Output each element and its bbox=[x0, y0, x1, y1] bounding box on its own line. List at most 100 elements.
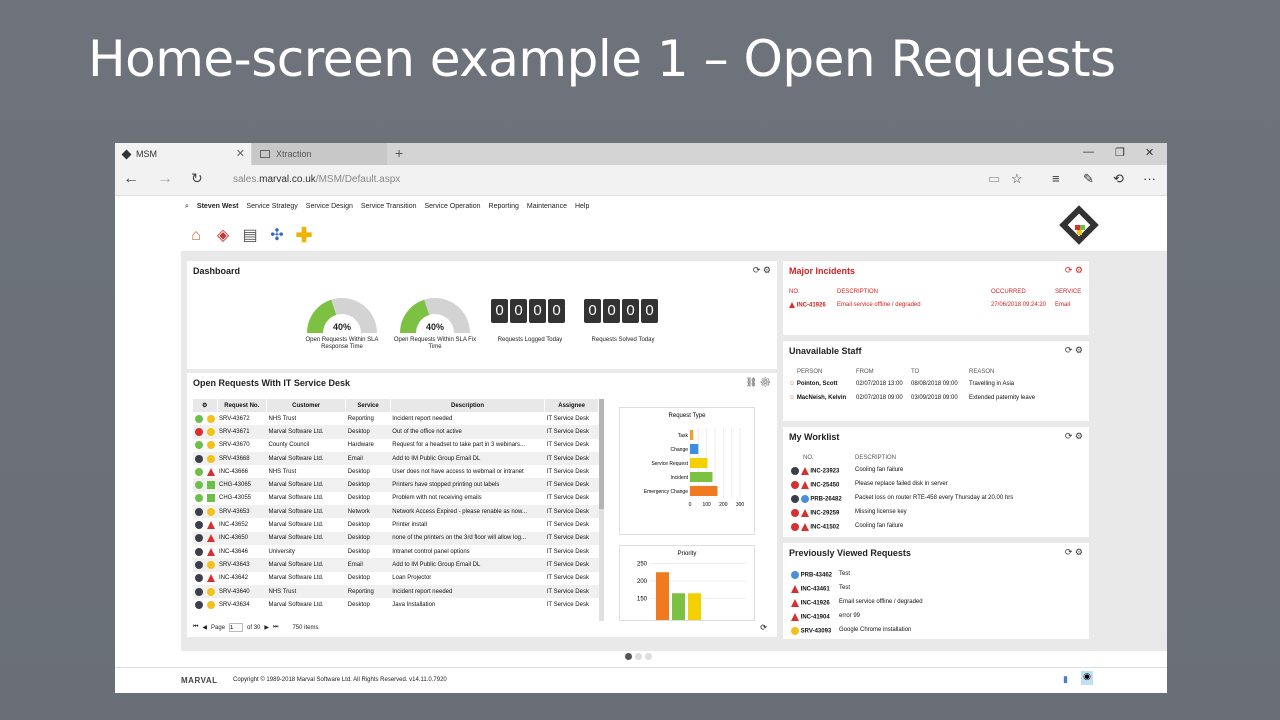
staff-row[interactable]: ☺ Pointon, Scott 02/07/2018 13:00 08/08/20… bbox=[789, 381, 1014, 387]
service-request-icon bbox=[207, 587, 215, 596]
close-tab-icon[interactable]: ✕ bbox=[236, 147, 245, 160]
search-icon[interactable]: ⌕ bbox=[185, 203, 189, 211]
table-row[interactable]: INC-43650 Marval Software Ltd. Desktop none… bbox=[193, 531, 599, 545]
share-icon[interactable]: ⟲ bbox=[1113, 171, 1124, 187]
home-icon[interactable]: ⌂ bbox=[187, 227, 205, 245]
more-icon[interactable]: ··· bbox=[1143, 171, 1156, 186]
chat-icon[interactable]: ▮ bbox=[1063, 674, 1068, 685]
refresh-icon[interactable]: ⟳ bbox=[760, 623, 767, 632]
new-tab-icon[interactable]: + bbox=[395, 145, 403, 161]
viewed-request-row[interactable]: SRV-43093 Google Chrome installation bbox=[791, 627, 911, 635]
help-icon[interactable]: ◉ bbox=[1081, 671, 1093, 685]
panel-tools[interactable]: ⟳ ⚙ bbox=[753, 265, 771, 276]
table-row[interactable]: SRV-43671 Marval Software Ltd. Desktop Out … bbox=[193, 425, 599, 439]
table-row[interactable]: SRV-43668 Marval Software Ltd. Email Add to… bbox=[193, 451, 599, 466]
panel-tools[interactable]: ⟳ ⚙ bbox=[1065, 345, 1083, 356]
column-header[interactable]: Service bbox=[345, 399, 391, 412]
table-row[interactable]: SRV-43670 County Council Hardware Request f… bbox=[193, 439, 599, 452]
description: User does not have access to webmail or … bbox=[392, 468, 524, 475]
assignee: IT Service Desk bbox=[544, 425, 599, 439]
gauge-value: 40% bbox=[333, 322, 351, 332]
dashboard-title: Dashboard bbox=[193, 266, 241, 276]
service: Hardware bbox=[347, 442, 374, 449]
back-icon[interactable]: ← bbox=[123, 170, 139, 188]
table-row[interactable]: SRV-43640 NHS Trust Reporting Incident repo… bbox=[193, 584, 599, 599]
hub-icon[interactable]: ≡ bbox=[1052, 171, 1060, 186]
assignee: IT Service Desk bbox=[544, 478, 599, 492]
list-icon[interactable]: ▤ bbox=[241, 227, 259, 245]
nav-reporting[interactable]: Reporting bbox=[489, 203, 519, 211]
viewed-request-row[interactable]: PRB-43462 Test bbox=[791, 571, 850, 579]
close-window-icon[interactable]: ✕ bbox=[1145, 146, 1154, 159]
request-no: SRV-43672 bbox=[219, 415, 250, 422]
column-header[interactable]: Description bbox=[390, 399, 546, 412]
table-row[interactable]: SRV-43643 Marval Software Ltd. Email Add to… bbox=[193, 558, 599, 572]
minimize-icon[interactable]: — bbox=[1083, 146, 1094, 158]
reading-view-icon[interactable]: ▭ bbox=[988, 171, 1000, 187]
change-icon bbox=[207, 481, 215, 490]
tab-msm[interactable]: MSM ✕ bbox=[115, 143, 251, 165]
viewed-request-row[interactable]: INC-41904 error 99 bbox=[791, 613, 860, 621]
nav-service-strategy[interactable]: Service Strategy bbox=[246, 203, 297, 211]
add-icon[interactable]: ✚ bbox=[295, 226, 313, 246]
restore-icon[interactable]: ❐ bbox=[1115, 146, 1125, 159]
request-no: SRV-43640 bbox=[217, 584, 267, 599]
column-header[interactable]: Assignee bbox=[544, 399, 599, 412]
worklist-row[interactable]: INC-25450 Please replace failed disk in s… bbox=[791, 481, 948, 489]
viewed-request-row[interactable]: INC-43461 Test bbox=[791, 585, 850, 593]
table-row[interactable]: SRV-43653 Marval Software Ltd. Network Netw… bbox=[193, 505, 599, 519]
nav-help[interactable]: Help bbox=[575, 203, 589, 211]
table-row[interactable]: INC-43652 Marval Software Ltd. Desktop Prin… bbox=[193, 518, 599, 531]
next-page-icon[interactable]: ▶ bbox=[264, 624, 269, 631]
staff-row[interactable]: ☺ MacNeish, Kelvin 02/07/2018 09:00 03/09/… bbox=[789, 395, 1035, 401]
page-input[interactable] bbox=[229, 623, 244, 632]
chart-title: Request Type bbox=[669, 413, 707, 419]
table-row[interactable]: SRV-43672 NHS Trust Reporting Incident repo… bbox=[193, 412, 599, 425]
status-column-header[interactable]: ⚙ bbox=[193, 399, 218, 412]
worklist-row[interactable]: PRB-26482 Packet loss on router RTE-458 e… bbox=[791, 495, 1013, 503]
column-header[interactable]: Request No. bbox=[217, 399, 268, 412]
forward-icon[interactable]: → bbox=[157, 170, 173, 188]
table-row[interactable]: INC-43646 University Desktop Intranet contr… bbox=[193, 545, 599, 558]
web-note-icon[interactable]: ✎ bbox=[1083, 171, 1094, 187]
table-row[interactable]: INC-43666 NHS Trust Desktop User does not h… bbox=[193, 465, 599, 478]
worklist-row[interactable]: INC-41502 Cooling fan failure bbox=[791, 523, 903, 531]
major-incident-row[interactable]: INC-41926 Email service offline / degrad… bbox=[789, 302, 1070, 309]
table-row[interactable]: SRV-43634 Marval Software Ltd. Desktop Java… bbox=[193, 598, 599, 611]
panel-tools[interactable]: ⟳ ⚙ bbox=[1065, 547, 1083, 558]
table-row[interactable]: INC-43642 Marval Software Ltd. Desktop Loan… bbox=[193, 572, 599, 585]
worklist-row[interactable]: INC-29259 Missing license key bbox=[791, 509, 907, 517]
description: Add to IM Public Group Email DL bbox=[390, 558, 545, 572]
bar bbox=[690, 472, 713, 482]
viewed-request-row[interactable]: INC-41926 Email service offline / degrade… bbox=[791, 599, 923, 607]
prev-page-icon[interactable]: ◀ bbox=[202, 624, 207, 631]
nav-service-transition[interactable]: Service Transition bbox=[361, 203, 417, 211]
customer: County Council bbox=[268, 442, 310, 449]
incident-icon bbox=[800, 523, 809, 531]
table-row[interactable]: CHG-43055 Marval Software Ltd. Desktop Prob… bbox=[193, 492, 599, 505]
worklist-row[interactable]: INC-23923 Cooling fan failure bbox=[791, 467, 903, 475]
favorite-star-icon[interactable]: ☆ bbox=[1011, 171, 1023, 187]
description: Intranet control panel options bbox=[392, 548, 470, 555]
tab-xtraction[interactable]: Xtraction bbox=[252, 143, 387, 165]
puzzle-icon[interactable]: ✣ bbox=[268, 227, 286, 245]
carousel-dots[interactable] bbox=[625, 653, 652, 660]
last-page-icon[interactable]: ⏭ bbox=[273, 624, 278, 631]
user-name[interactable]: Steven West bbox=[197, 203, 239, 211]
nav-service-design[interactable]: Service Design bbox=[306, 203, 353, 211]
panel-tools[interactable]: ⛓ ⚙ bbox=[746, 377, 771, 388]
status-dot bbox=[791, 523, 799, 531]
nav-maintenance[interactable]: Maintenance bbox=[527, 203, 567, 211]
first-page-icon[interactable]: ⏮ bbox=[193, 624, 198, 631]
nav-service-operation[interactable]: Service Operation bbox=[425, 203, 481, 211]
panel-tools[interactable]: ⟳ ⚙ bbox=[1065, 431, 1083, 442]
url-field[interactable]: sales.marval.co.uk/MSM/Default.aspx bbox=[233, 174, 400, 185]
tick-label: 300 bbox=[736, 502, 745, 508]
table-scrollbar[interactable] bbox=[599, 399, 604, 621]
incident-service: Email bbox=[1055, 302, 1071, 308]
table-row[interactable]: CHG-43065 Marval Software Ltd. Desktop Prin… bbox=[193, 478, 599, 492]
refresh-icon[interactable]: ↻ bbox=[191, 170, 203, 187]
column-header[interactable]: Customer bbox=[266, 399, 347, 412]
panel-tools[interactable]: ⟳ ⚙ bbox=[1065, 265, 1083, 276]
dashboard-icon[interactable]: ◈ bbox=[214, 227, 232, 245]
